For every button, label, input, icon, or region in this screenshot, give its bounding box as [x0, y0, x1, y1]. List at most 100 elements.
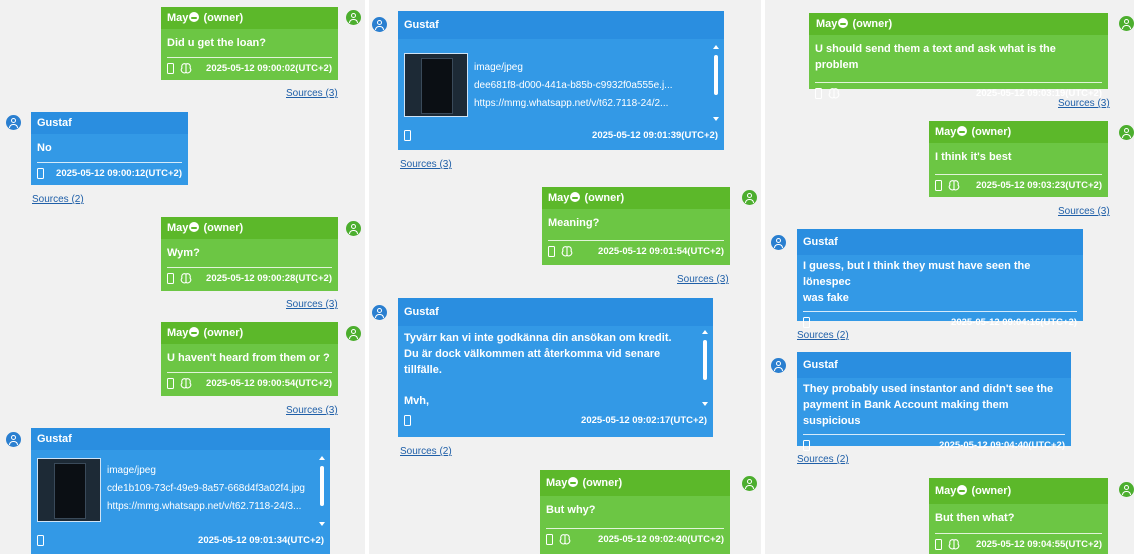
sources-link[interactable]: Sources (3): [1058, 98, 1110, 109]
message-text: But why?: [546, 504, 596, 516]
message-text: U haven't heard from them or ?: [167, 352, 330, 364]
brain-icon: [948, 539, 960, 550]
message-bubble-owner: May (owner) But why? 2025-05-12 09:02:40…: [540, 470, 730, 554]
message-bubble-owner: May (owner) Did u get the loan? 2025-05-…: [161, 7, 338, 80]
message-text: Wym?: [167, 247, 200, 259]
message-timestamp: 2025-05-12 09:00:28(UTC+2): [206, 273, 332, 284]
scrollbar[interactable]: [713, 45, 719, 121]
phone-icon: [404, 129, 411, 141]
attachment-url[interactable]: https://mmg.whatsapp.net/v/t62.7118-24/2…: [474, 95, 673, 113]
chat-column-1[interactable]: May (owner) Did u get the loan? 2025-05-…: [0, 0, 365, 554]
owner-tag: (owner): [971, 485, 1012, 497]
sender-header: May (owner): [542, 187, 730, 209]
message-footer: 2025-05-12 09:01:54(UTC+2): [542, 241, 730, 263]
person-avatar-icon: [346, 10, 361, 25]
sources-link[interactable]: Sources (2): [400, 446, 452, 457]
message-scroll-area[interactable]: Tyvärr kan vi inte godkänna din ansökan …: [398, 326, 713, 410]
message-bubble-contact: Gustaf image/jpeg dee681f8-d000-441a-b85…: [398, 11, 724, 150]
sender-header: May (owner): [161, 217, 338, 239]
sender-header: May (owner): [929, 478, 1108, 504]
scrollbar[interactable]: [319, 456, 325, 526]
sender-header: Gustaf: [31, 112, 188, 134]
owner-tag: (owner): [203, 12, 244, 24]
image-attachment[interactable]: image/jpeg dee681f8-d000-441a-b85b-c9932…: [398, 39, 724, 125]
sender-header: Gustaf: [797, 229, 1083, 255]
message-text: But then what?: [935, 512, 1015, 524]
attachment-url[interactable]: https://mmg.whatsapp.net/v/t62.7118-24/3…: [107, 498, 305, 516]
message-footer: 2025-05-12 09:04:55(UTC+2): [929, 534, 1108, 554]
sender-header: Gustaf: [797, 352, 1071, 378]
phone-icon: [935, 538, 942, 550]
sources-link[interactable]: Sources (3): [1058, 206, 1110, 217]
brain-icon: [828, 88, 840, 99]
owner-tag: (owner): [971, 126, 1012, 138]
scrollbar[interactable]: [702, 330, 708, 406]
sender-header: Gustaf: [398, 11, 724, 39]
phone-icon: [404, 414, 411, 426]
sources-link[interactable]: Sources (2): [797, 330, 849, 341]
sources-link[interactable]: Sources (3): [286, 299, 338, 310]
person-avatar-icon: [742, 476, 757, 491]
image-attachment[interactable]: image/jpeg cde1b109-73cf-49e9-8a57-668d4…: [31, 450, 330, 530]
person-avatar-icon: [742, 190, 757, 205]
message-timestamp: 2025-05-12 09:02:40(UTC+2): [598, 534, 724, 545]
smile-icon: [189, 222, 200, 232]
message-footer: 2025-05-12 09:00:54(UTC+2): [161, 373, 338, 395]
phone-icon: [935, 179, 942, 191]
sender-name: May: [816, 18, 838, 30]
sources-link[interactable]: Sources (2): [32, 194, 84, 205]
sources-link[interactable]: Sources (3): [286, 405, 338, 416]
message-bubble-owner: May (owner) U should send them a text an…: [809, 13, 1108, 99]
message-timestamp: 2025-05-12 09:00:12(UTC+2): [56, 168, 182, 179]
sender-header: May (owner): [809, 13, 1108, 35]
smile-icon: [957, 126, 968, 136]
message-timestamp: 2025-05-12 09:04:16(UTC+2): [951, 317, 1077, 328]
sources-link[interactable]: Sources (2): [797, 454, 849, 465]
sender-name: May: [935, 126, 957, 138]
brain-icon: [948, 180, 960, 191]
sources-link[interactable]: Sources (3): [400, 159, 452, 170]
phone-icon: [37, 167, 44, 179]
sender-header: Gustaf: [398, 298, 713, 326]
phone-icon: [167, 272, 174, 284]
attachment-type: image/jpeg: [107, 465, 156, 476]
message-timestamp: 2025-05-12 09:01:39(UTC+2): [592, 130, 718, 141]
sender-name: May: [935, 485, 957, 497]
message-text: U should send them a text and ask what i…: [815, 43, 1056, 71]
chat-column-3[interactable]: May (owner) U should send them a text an…: [765, 0, 1134, 554]
person-avatar-icon: [771, 358, 786, 373]
sources-link[interactable]: Sources (3): [286, 88, 338, 99]
message-bubble-owner: May (owner) I think it's best 2025-05-12…: [929, 121, 1108, 197]
message-timestamp: 2025-05-12 09:00:02(UTC+2): [206, 63, 332, 74]
person-avatar-icon: [6, 115, 21, 130]
sources-link[interactable]: Sources (3): [677, 274, 729, 285]
message-footer: 2025-05-12 09:02:40(UTC+2): [540, 529, 730, 551]
image-thumbnail[interactable]: [37, 458, 101, 522]
sender-header: May (owner): [161, 322, 338, 344]
message-bubble-contact: Gustaf image/jpeg cde1b109-73cf-49e9-8a5…: [31, 428, 330, 554]
message-line: Tyvärr kan vi inte godkänna din ansökan …: [404, 332, 672, 344]
message-line: was fake: [803, 292, 849, 304]
sender-name: May: [546, 477, 568, 489]
phone-icon: [815, 87, 822, 99]
sender-header: May (owner): [161, 7, 338, 29]
message-timestamp: 2025-05-12 09:02:17(UTC+2): [581, 415, 707, 426]
message-text: They probably used instantor and didn't …: [797, 378, 1071, 429]
sender-name: May: [548, 192, 570, 204]
person-avatar-icon: [6, 432, 21, 447]
chat-column-2[interactable]: Gustaf image/jpeg dee681f8-d000-441a-b85…: [369, 0, 761, 554]
message-footer: 2025-05-12 09:00:12(UTC+2): [31, 163, 188, 185]
message-text: Meaning?: [548, 217, 600, 229]
message-bubble-owner: May (owner) U haven't heard from them or…: [161, 322, 338, 396]
message-bubble-owner: May (owner) But then what? 2025-05-12 09…: [929, 478, 1108, 554]
brain-icon: [559, 534, 571, 545]
person-avatar-icon: [372, 305, 387, 320]
message-footer: 2025-05-12 09:00:28(UTC+2): [161, 268, 338, 290]
image-thumbnail[interactable]: [404, 53, 468, 117]
sender-header: May (owner): [929, 121, 1108, 143]
owner-tag: (owner): [203, 222, 244, 234]
phone-icon: [546, 533, 553, 545]
phone-icon: [167, 377, 174, 389]
message-timestamp: 2025-05-12 09:04:40(UTC+2): [939, 440, 1065, 451]
message-line: I guess, but I think they must have seen…: [803, 260, 1031, 288]
